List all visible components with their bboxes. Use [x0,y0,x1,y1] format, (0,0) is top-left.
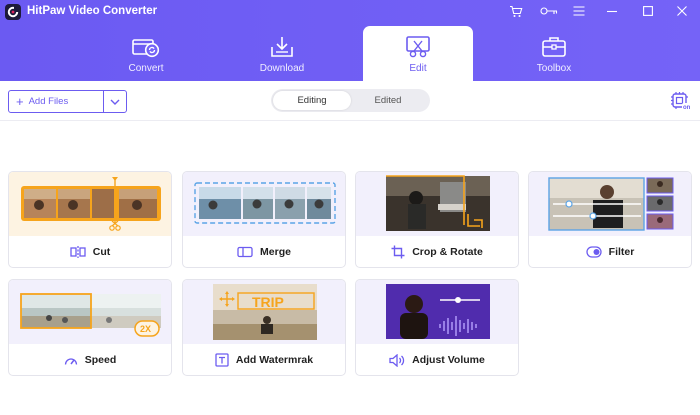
watermark-badge: TRIP [252,294,284,310]
speed-icon [64,358,77,365]
tool-card-label: Crop & Rotate [356,243,518,261]
app-logo-icon [5,4,21,20]
tool-card-label: Cut [9,243,171,261]
volume-icon [389,353,405,367]
convert-icon [132,39,160,58]
speed-badge: 2X [140,324,151,334]
cut-preview-image [9,172,171,236]
speed-preview-image: 2X [9,280,171,344]
tool-card-label: Filter [529,243,691,261]
close-icon[interactable] [671,2,693,20]
tool-card-filter[interactable]: Filter [528,171,692,268]
card-label-text: Cut [92,246,111,258]
tab-download[interactable]: Download [227,26,337,81]
tab-label: Download [259,63,305,74]
cut-icon [70,246,86,258]
crop-icon [391,245,405,259]
tab-toolbox[interactable]: Toolbox [499,26,609,81]
editing-segment-control: Editing Edited [271,89,430,112]
svg-text:on: on [683,105,691,111]
add-files-button[interactable]: + Add Files [9,91,104,112]
maximize-icon[interactable] [637,2,659,20]
watermark-icon [215,353,229,367]
filter-icon [586,246,602,258]
tab-label: Toolbox [536,63,572,74]
segment-edited[interactable]: Edited [349,91,427,110]
add-files-dropdown[interactable] [104,91,126,112]
download-icon [271,37,293,57]
menu-icon[interactable] [568,2,590,20]
key-icon[interactable] [538,2,560,20]
tool-card-label: Speed [9,351,171,369]
add-files-button-group: + Add Files [8,90,127,113]
plus-icon: + [16,94,24,109]
tab-edit[interactable]: Edit [363,26,473,81]
edit-icon [406,36,430,58]
tab-label: Edit [409,63,427,74]
hardware-acceleration-icon[interactable]: on [670,91,692,111]
card-label-text: Crop & Rotate [412,246,483,258]
merge-icon [237,246,253,258]
cart-icon[interactable] [505,2,527,20]
tool-card-cut[interactable]: Cut [8,171,172,268]
tab-convert[interactable]: Convert [91,26,201,81]
card-label-text: Speed [84,354,117,366]
tool-card-label: Add Watermrak [183,351,345,369]
tool-card-adjust-volume[interactable]: Adjust Volume [355,279,519,376]
watermark-preview-image: TRIP [183,280,345,344]
segment-editing[interactable]: Editing [273,91,351,110]
crop-preview-image [356,172,518,236]
tool-card-label: Adjust Volume [356,351,518,369]
card-label-text: Merge [260,246,291,258]
merge-preview-image [183,172,345,236]
tool-card-label: Merge [183,243,345,261]
title-bar: HitPaw Video Converter [0,0,700,24]
app-title: HitPaw Video Converter [27,5,158,17]
chevron-down-icon [110,99,120,105]
tool-card-merge[interactable]: Merge [182,171,346,268]
add-files-label: Add Files [28,96,69,107]
minimize-icon[interactable] [601,2,623,20]
filter-preview-image [529,172,691,236]
card-label-text: Add Watermrak [235,354,314,366]
tool-card-watermark[interactable]: TRIP Add Watermrak [182,279,346,376]
toolbox-icon [542,37,566,57]
tool-card-speed[interactable]: 2X Speed [8,279,172,376]
tool-card-crop-rotate[interactable]: Crop & Rotate [355,171,519,268]
card-label-text: Filter [608,246,635,258]
volume-preview-image [356,280,518,344]
tab-label: Convert [128,63,164,74]
header: HitPaw Video Converter Convert Download … [0,0,700,81]
card-label-text: Adjust Volume [412,354,485,366]
